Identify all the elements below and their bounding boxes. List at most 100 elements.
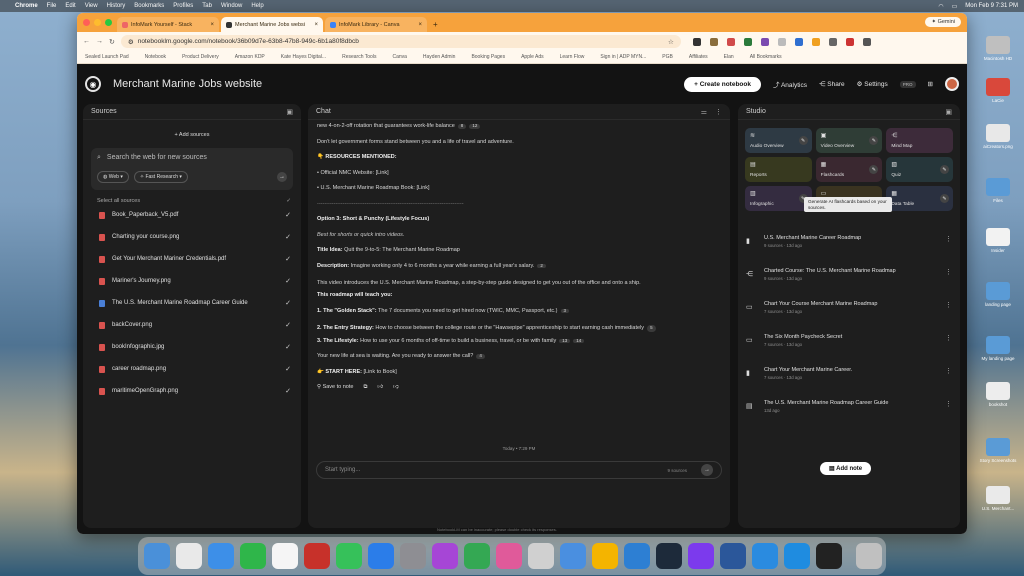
- bookmark-item[interactable]: Hayden Admin: [423, 54, 456, 60]
- edit-pencil-icon[interactable]: ✎: [798, 136, 808, 145]
- canva-icon[interactable]: [688, 543, 714, 569]
- source-item[interactable]: maritimeOpenGraph.png ✓: [83, 380, 301, 402]
- copy-icon[interactable]: ⧉: [363, 384, 367, 391]
- bookmark-item[interactable]: Canva: [392, 54, 406, 60]
- extension-icon[interactable]: [692, 37, 701, 46]
- bookmark-item[interactable]: Amazon KDP: [235, 54, 265, 60]
- back-icon[interactable]: ←: [83, 38, 90, 45]
- facetime-icon[interactable]: [240, 543, 266, 569]
- app-icon[interactable]: [816, 543, 842, 569]
- extensions-puzzle-icon[interactable]: [828, 37, 837, 46]
- browser-tab-active[interactable]: Merchant Marine Jobs websi ×: [221, 17, 323, 32]
- more-options-icon[interactable]: ⋮: [945, 301, 952, 309]
- source-checkbox[interactable]: ✓: [285, 233, 291, 241]
- desktop-icon-my-landing-page[interactable]: My landing page: [975, 336, 1021, 361]
- kebab-menu-icon[interactable]: [862, 37, 871, 46]
- bookmark-item[interactable]: Apple Ads: [521, 54, 544, 60]
- app-icon[interactable]: [784, 543, 810, 569]
- select-all-checkbox[interactable]: ✓: [286, 198, 291, 204]
- desktop-icon-macintosh-hd[interactable]: Macintosh HD: [975, 36, 1021, 61]
- citation-chip[interactable]: 3: [560, 308, 570, 314]
- trash-icon[interactable]: [856, 543, 882, 569]
- calendar-icon[interactable]: [272, 543, 298, 569]
- data-table-tile[interactable]: ▦ Data Table ✎: [886, 186, 953, 211]
- extension-icon[interactable]: [726, 37, 735, 46]
- menu-window[interactable]: Window: [221, 3, 242, 9]
- app-icon[interactable]: [624, 543, 650, 569]
- citation-chip[interactable]: 13: [559, 338, 571, 343]
- more-options-icon[interactable]: ⋮: [945, 400, 952, 408]
- more-options-icon[interactable]: ⋮: [945, 268, 952, 276]
- source-item[interactable]: bookInfographic.jpg ✓: [83, 336, 301, 358]
- artifact-item[interactable]: ▭ The Six Month Paycheck Secret 7 sources …: [738, 334, 960, 367]
- bookmark-item[interactable]: Notebook: [145, 54, 166, 60]
- desktop-icon-lacie[interactable]: LaCie: [975, 78, 1021, 103]
- system-settings-icon[interactable]: [400, 543, 426, 569]
- edit-pencil-icon[interactable]: ✎: [939, 165, 949, 174]
- menu-chrome[interactable]: Chrome: [15, 3, 38, 9]
- citation-chip[interactable]: 14: [573, 338, 585, 343]
- browser-tab[interactable]: InfoMark Yourself - Stack ×: [117, 17, 219, 32]
- app-store-icon[interactable]: [368, 543, 394, 569]
- bookmark-item[interactable]: Sealed Launch Pad: [85, 54, 129, 60]
- desktop-icon-bookshot[interactable]: bookshot: [975, 382, 1021, 407]
- profile-avatar-icon[interactable]: [845, 37, 854, 46]
- source-item[interactable]: Mariner's Journey.png ✓: [83, 270, 301, 292]
- artifact-item[interactable]: ▮ Chart Your Merchant Marine Career. 7 sou…: [738, 367, 960, 400]
- safari-icon[interactable]: [208, 543, 234, 569]
- close-window-button[interactable]: [83, 19, 90, 26]
- vscode-icon[interactable]: [752, 543, 778, 569]
- citation-chip[interactable]: 8: [457, 123, 467, 129]
- source-item[interactable]: The U.S. Merchant Marine Roadmap Career …: [83, 292, 301, 314]
- more-options-icon[interactable]: ⋮: [945, 334, 952, 342]
- bookmark-item[interactable]: Research Tools: [342, 54, 376, 60]
- minimize-window-button[interactable]: [94, 19, 101, 26]
- citation-chip[interactable]: 4: [476, 353, 485, 359]
- bookmark-item[interactable]: Product Delivery: [182, 54, 219, 60]
- browser-tab[interactable]: InfoMark Library - Canva ×: [325, 17, 427, 32]
- app-icon[interactable]: [496, 543, 522, 569]
- source-checkbox[interactable]: ✓: [285, 277, 291, 285]
- close-tab-icon[interactable]: ×: [314, 22, 318, 28]
- submit-arrow-icon[interactable]: →: [277, 172, 287, 182]
- edit-pencil-icon[interactable]: ✎: [869, 136, 879, 145]
- create-notebook-button[interactable]: + Create notebook: [684, 76, 761, 92]
- chat-settings-icon[interactable]: ⚌: [701, 108, 707, 116]
- mail-icon[interactable]: [560, 543, 586, 569]
- close-tab-icon[interactable]: ×: [210, 22, 214, 28]
- finder-icon[interactable]: [144, 543, 170, 569]
- messages-icon[interactable]: [336, 543, 362, 569]
- analytics-button[interactable]: ⤴ Analytics: [773, 79, 807, 89]
- bookmark-item[interactable]: Elan: [724, 54, 734, 60]
- close-tab-icon[interactable]: ×: [418, 22, 422, 28]
- desktop-icon-merchant[interactable]: U.S. Merchant...: [975, 486, 1021, 511]
- chrome-icon[interactable]: [592, 543, 618, 569]
- select-all-row[interactable]: Select all sources ✓: [83, 194, 301, 204]
- bookmark-item[interactable]: Affiliates: [689, 54, 708, 60]
- menu-view[interactable]: View: [85, 3, 98, 9]
- app-icon[interactable]: [432, 543, 458, 569]
- collapse-panel-icon[interactable]: ▣: [286, 108, 293, 116]
- audio-overview-tile[interactable]: ≋ Audio Overview ✎: [745, 128, 812, 153]
- bookmark-item[interactable]: PGB: [662, 54, 673, 60]
- calculator-icon[interactable]: [528, 543, 554, 569]
- add-note-button[interactable]: ▤ Add note: [820, 462, 872, 475]
- search-input[interactable]: Search the web for new sources: [107, 154, 207, 162]
- new-tab-button[interactable]: +: [429, 20, 442, 32]
- menu-help[interactable]: Help: [251, 3, 263, 9]
- chat-input[interactable]: Start typing... 9 sources →: [316, 461, 722, 479]
- infographic-tile[interactable]: ▥Infographic✎: [745, 186, 812, 211]
- quiz-tile[interactable]: ▧ Quiz ✎: [886, 157, 953, 182]
- google-drive-icon[interactable]: [464, 543, 490, 569]
- thumbs-up-icon[interactable]: 👍︎: [377, 384, 383, 391]
- url-bar[interactable]: ⚙ notebooklm.google.com/notebook/36b09d7…: [120, 35, 681, 48]
- extension-icon[interactable]: [777, 37, 786, 46]
- artifact-item[interactable]: ⋲ Charted Course: The U.S. Merchant Marin…: [738, 268, 960, 301]
- save-to-note-button[interactable]: ⚲ Save to note: [317, 384, 353, 391]
- gemini-button[interactable]: ✦ Gemini: [925, 17, 961, 27]
- thumbs-down-icon[interactable]: 👎︎: [393, 384, 399, 391]
- edit-pencil-icon[interactable]: ✎: [869, 165, 879, 174]
- extension-icon[interactable]: [709, 37, 718, 46]
- menubar-clock[interactable]: Mon Feb 9 7:31 PM: [965, 3, 1018, 9]
- desktop-icon-story-screenshots[interactable]: Story Screenshots: [975, 438, 1021, 463]
